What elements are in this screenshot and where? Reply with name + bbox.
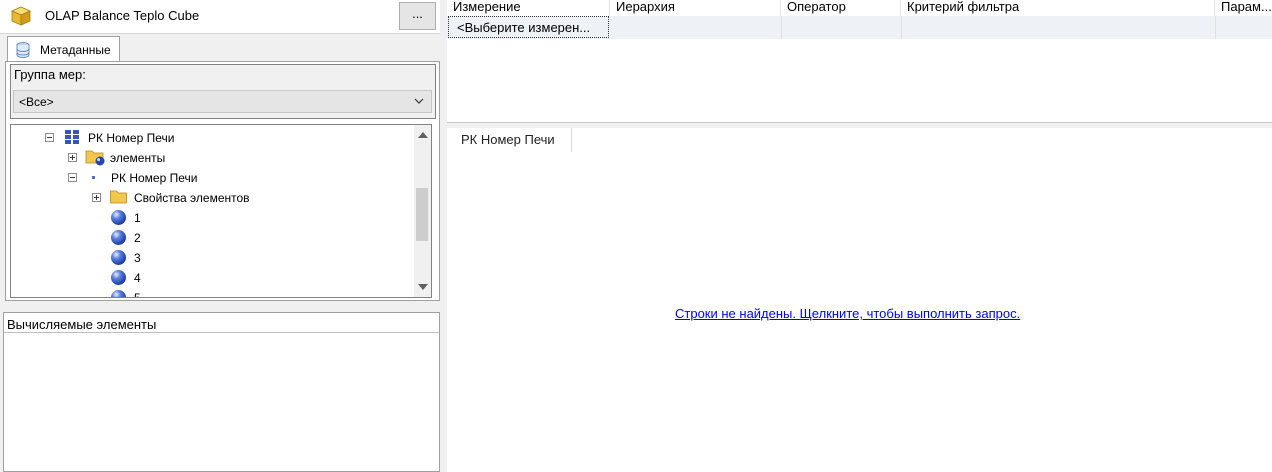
tree-member[interactable]: 2 — [11, 228, 411, 248]
tree-member-label: 2 — [134, 231, 141, 245]
calculated-members-panel: Вычисляемые элементы — [3, 312, 440, 472]
member-ball-icon — [111, 230, 126, 245]
row-separator — [901, 16, 902, 39]
measure-group-label: Группа мер: — [14, 67, 86, 82]
cube-icon — [11, 6, 31, 26]
chevron-down-icon — [414, 98, 424, 104]
member-ball-icon — [111, 250, 126, 265]
tree-member-label: 3 — [134, 251, 141, 265]
column-header-parameters[interactable]: Парам... — [1215, 0, 1272, 16]
row-separator — [781, 16, 782, 39]
level-dot-icon — [92, 176, 95, 179]
column-header-dimension[interactable]: Измерение — [447, 0, 610, 16]
tree-node-label: РК Номер Печи — [111, 171, 198, 185]
tree-member[interactable]: 4 — [11, 268, 411, 288]
column-header-hierarchy[interactable]: Иерархия — [610, 0, 781, 16]
column-header-operator[interactable]: Оператор — [781, 0, 901, 16]
results-area: РК Номер Печи Строки не найдены. Щелкнит… — [447, 128, 1272, 472]
row-separator — [1215, 16, 1216, 39]
filter-row: <Выберите измерен... — [447, 16, 1272, 39]
tab-result-column[interactable]: РК Номер Печи — [447, 128, 572, 152]
member-ball-icon — [111, 270, 126, 285]
expand-icon[interactable] — [92, 193, 101, 202]
scroll-down-icon[interactable] — [418, 284, 428, 290]
tree-member-label: 1 — [134, 211, 141, 225]
tab-metadata[interactable]: Метаданные — [7, 36, 120, 62]
folder-members-icon — [85, 150, 105, 166]
tree-node-label: Свойства элементов — [134, 191, 250, 205]
run-query-link[interactable]: Строки не найдены. Щелкните, чтобы выпол… — [675, 306, 1020, 321]
tree-node-label: элементы — [110, 151, 166, 165]
column-header-label: Парам... — [1221, 0, 1272, 14]
metadata-db-icon — [16, 42, 30, 58]
tree-node-level[interactable]: РК Номер Печи — [11, 168, 411, 188]
cube-selector-bar: OLAP Balance Teplo Cube ... — [0, 0, 440, 34]
collapse-icon[interactable] — [68, 173, 77, 182]
scroll-up-icon[interactable] — [418, 132, 428, 138]
tree-member[interactable]: 3 — [11, 248, 411, 268]
select-dimension-cell[interactable]: <Выберите измерен... — [448, 16, 609, 38]
result-column-label: РК Номер Печи — [461, 132, 555, 147]
expand-icon[interactable] — [68, 153, 77, 162]
column-header-label: Критерий фильтра — [907, 0, 1020, 14]
calculated-members-header: Вычисляемые элементы — [4, 313, 439, 333]
tree-member-label: 4 — [134, 271, 141, 285]
measure-group-value: <Все> — [19, 95, 54, 109]
column-header-label: Измерение — [453, 0, 521, 14]
tree-member[interactable]: 1 — [11, 208, 411, 228]
tab-metadata-label: Метаданные — [40, 43, 111, 57]
tree-member-label: 5 — [134, 291, 141, 298]
tree-node-properties[interactable]: Свойства элементов — [11, 188, 411, 208]
member-ball-icon — [111, 290, 126, 297]
column-header-label: Оператор — [787, 0, 846, 14]
browse-cube-button[interactable]: ... — [399, 2, 436, 30]
cube-name: OLAP Balance Teplo Cube — [45, 8, 200, 23]
column-header-filter-criteria[interactable]: Критерий фильтра — [901, 0, 1215, 16]
tree-member[interactable]: 5 — [11, 288, 411, 298]
scroll-thumb[interactable] — [416, 188, 428, 241]
tree-node-members[interactable]: элементы — [11, 148, 411, 168]
filter-grid-header: Измерение Иерархия Оператор Критерий фил… — [447, 0, 1272, 16]
metadata-tree: РК Номер Печи элементы РК Номер Печи Сво… — [10, 124, 432, 298]
select-dimension-text: <Выберите измерен... — [457, 20, 591, 35]
folder-icon — [110, 190, 127, 204]
collapse-icon[interactable] — [45, 133, 54, 142]
hierarchy-grid-icon — [65, 130, 79, 144]
tree-node-dimension[interactable]: РК Номер Печи — [11, 128, 411, 148]
tree-scrollbar[interactable] — [414, 125, 431, 297]
member-ball-icon — [111, 210, 126, 225]
filter-grid: Измерение Иерархия Оператор Критерий фил… — [447, 0, 1272, 122]
tree-node-label: РК Номер Печи — [88, 131, 175, 145]
column-header-label: Иерархия — [616, 0, 675, 14]
measure-group-dropdown[interactable]: <Все> — [13, 90, 432, 113]
calculated-members-title: Вычисляемые элементы — [7, 317, 157, 332]
